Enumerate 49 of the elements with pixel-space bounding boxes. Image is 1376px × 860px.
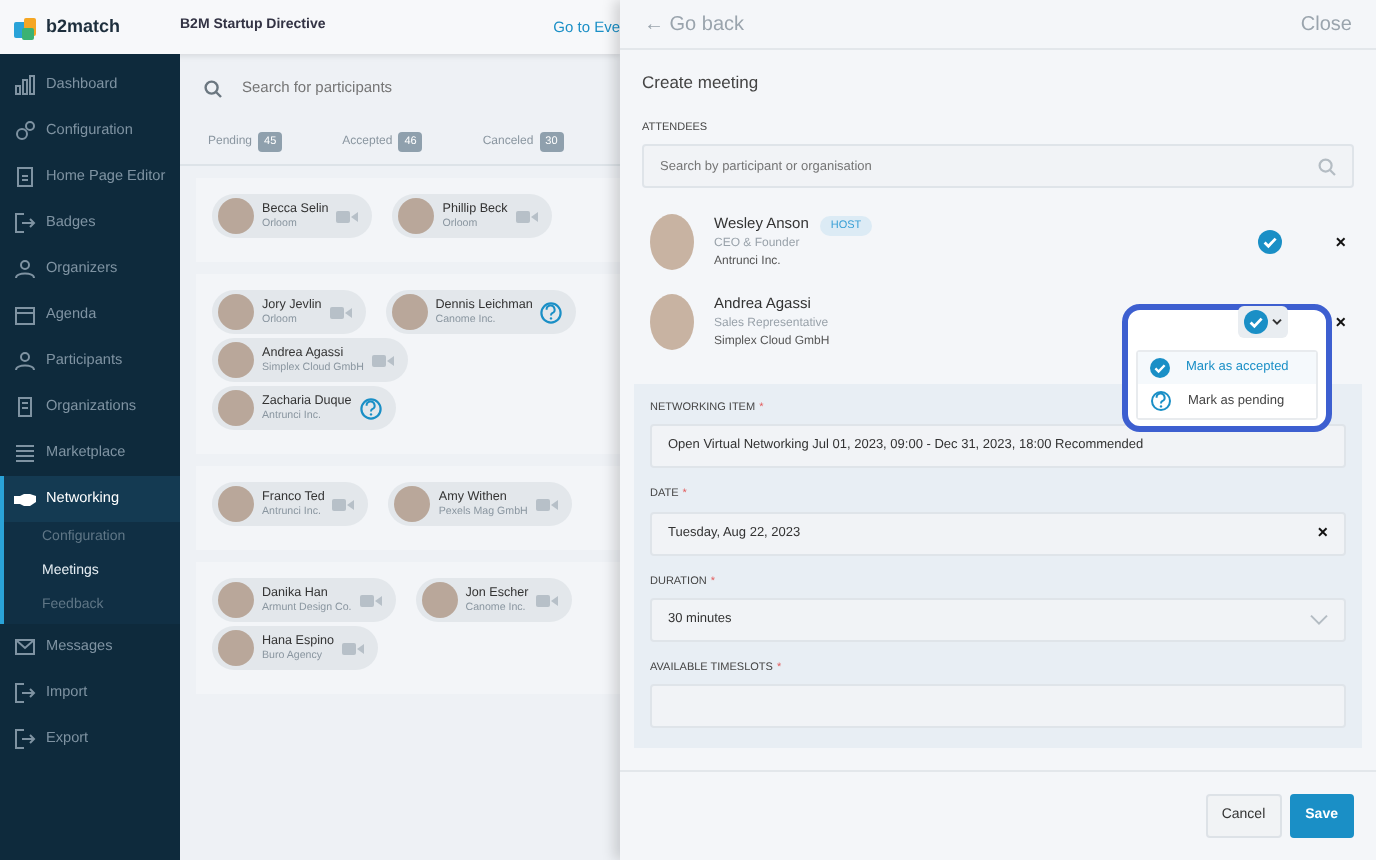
avatar	[218, 390, 254, 427]
chart-icon	[14, 74, 36, 96]
video-camera-icon	[371, 353, 394, 368]
avatar	[218, 294, 254, 331]
attendee-photo	[650, 294, 694, 350]
check-icon	[1150, 358, 1170, 378]
avatar	[218, 486, 254, 523]
video-camera-icon	[336, 209, 359, 224]
video-camera-icon	[515, 209, 538, 224]
search-icon	[1318, 157, 1336, 175]
video-camera-icon	[342, 641, 365, 656]
caret-icon	[1271, 318, 1282, 326]
video-camera-icon	[332, 497, 355, 512]
avatar	[218, 630, 254, 667]
question-icon	[1150, 390, 1172, 412]
logo-icon	[14, 15, 38, 39]
calendar-icon	[14, 304, 36, 326]
status-dropdown-button[interactable]	[1237, 306, 1288, 338]
avatar	[421, 582, 458, 619]
person-icon	[14, 258, 36, 280]
panel-title: Create meeting	[642, 70, 761, 96]
avatar	[218, 342, 254, 379]
mail-icon	[14, 636, 36, 658]
chevron-down-icon	[1310, 613, 1328, 626]
remove-icon[interactable]: ×	[1335, 233, 1346, 251]
person-icon	[14, 350, 36, 372]
avatar	[218, 198, 254, 235]
avatar	[391, 294, 428, 331]
avatar	[218, 582, 254, 619]
remove-icon[interactable]: ×	[1335, 313, 1346, 331]
question-icon	[540, 301, 563, 324]
gears-icon	[14, 120, 36, 142]
video-camera-icon	[329, 305, 352, 320]
attendee-photo	[650, 214, 694, 270]
avatar	[394, 486, 431, 523]
enter-icon	[14, 682, 36, 704]
building-icon	[14, 396, 36, 418]
video-camera-icon	[536, 593, 559, 608]
video-camera-icon	[535, 497, 558, 512]
search-icon	[204, 79, 222, 97]
enter-icon	[14, 212, 36, 234]
list-icon	[14, 442, 36, 464]
avatar	[398, 198, 435, 235]
clear-icon[interactable]: ×	[1317, 524, 1328, 542]
question-icon	[359, 397, 382, 420]
logo-text: b2match	[46, 13, 121, 40]
video-camera-icon	[359, 593, 382, 608]
exit-icon	[14, 728, 36, 750]
page-icon	[14, 166, 36, 188]
